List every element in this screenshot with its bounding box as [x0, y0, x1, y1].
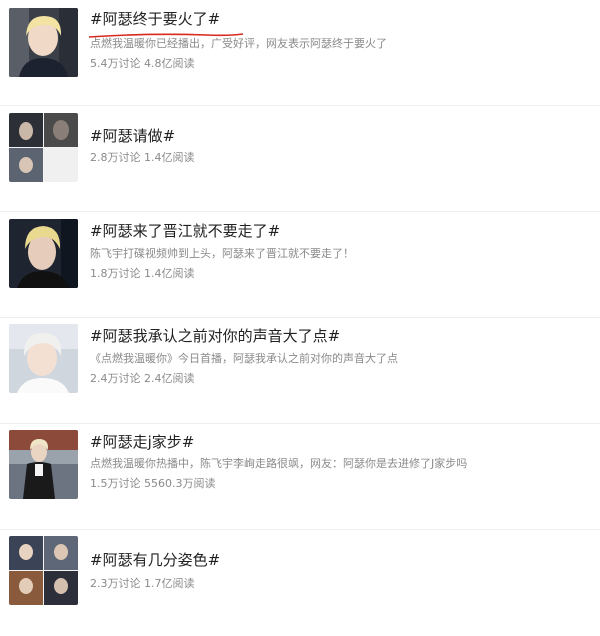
topic-item[interactable]: #阿瑟走j家步# 点燃我温暖你热播中，陈飞宇李峋走路很飒，网友：阿瑟你是去进修了…: [0, 424, 600, 530]
topic-item[interactable]: #阿瑟有几分姿色# 2.3万讨论 1.7亿阅读: [0, 530, 600, 636]
topic-title[interactable]: #阿瑟来了晋江就不要走了#: [90, 221, 280, 241]
topic-stats: 5.4万讨论 4.8亿阅读: [90, 57, 195, 70]
topic-description: 点燃我温暖你热播中，陈飞宇李峋走路很飒，网友：阿瑟你是去进修了J家步吗: [90, 457, 468, 470]
topic-item[interactable]: #阿瑟终于要火了# 点燃我温暖你已经播出，广受好评，网友表示阿瑟终于要火了 5.…: [0, 0, 600, 106]
topic-title[interactable]: #阿瑟有几分姿色#: [90, 550, 220, 570]
topic-thumbnail-grid[interactable]: [9, 113, 78, 182]
topic-title[interactable]: #阿瑟请做#: [90, 126, 175, 146]
topic-stats: 1.5万讨论 5560.3万阅读: [90, 477, 216, 490]
topic-description: 点燃我温暖你已经播出，广受好评，网友表示阿瑟终于要火了: [90, 37, 387, 50]
topic-title[interactable]: #阿瑟走j家步#: [90, 432, 194, 452]
topic-stats: 2.4万讨论 2.4亿阅读: [90, 372, 195, 385]
topic-list: #阿瑟终于要火了# 点燃我温暖你已经播出，广受好评，网友表示阿瑟终于要火了 5.…: [0, 0, 600, 636]
topic-item[interactable]: #阿瑟我承认之前对你的声音大了点# 《点燃我温暖你》今日首播，阿瑟我承认之前对你…: [0, 318, 600, 424]
topic-thumbnail[interactable]: [9, 324, 78, 393]
topic-stats: 2.8万讨论 1.4亿阅读: [90, 151, 195, 164]
topic-title[interactable]: #阿瑟我承认之前对你的声音大了点#: [90, 326, 340, 346]
topic-thumbnail[interactable]: [9, 430, 78, 499]
topic-title[interactable]: #阿瑟终于要火了#: [90, 9, 220, 29]
topic-stats: 2.3万讨论 1.7亿阅读: [90, 577, 195, 590]
topic-thumbnail-grid[interactable]: [9, 536, 78, 605]
topic-stats: 1.8万讨论 1.4亿阅读: [90, 267, 195, 280]
topic-description: 陈飞宇打碟视频帅到上头，阿瑟来了晋江就不要走了！: [90, 247, 354, 260]
topic-item[interactable]: #阿瑟请做# 2.8万讨论 1.4亿阅读: [0, 106, 600, 212]
topic-thumbnail[interactable]: [9, 8, 78, 77]
topic-thumbnail[interactable]: [9, 219, 78, 288]
topic-item[interactable]: #阿瑟来了晋江就不要走了# 陈飞宇打碟视频帅到上头，阿瑟来了晋江就不要走了！ 1…: [0, 212, 600, 318]
topic-description: 《点燃我温暖你》今日首播，阿瑟我承认之前对你的声音大了点: [90, 352, 398, 365]
